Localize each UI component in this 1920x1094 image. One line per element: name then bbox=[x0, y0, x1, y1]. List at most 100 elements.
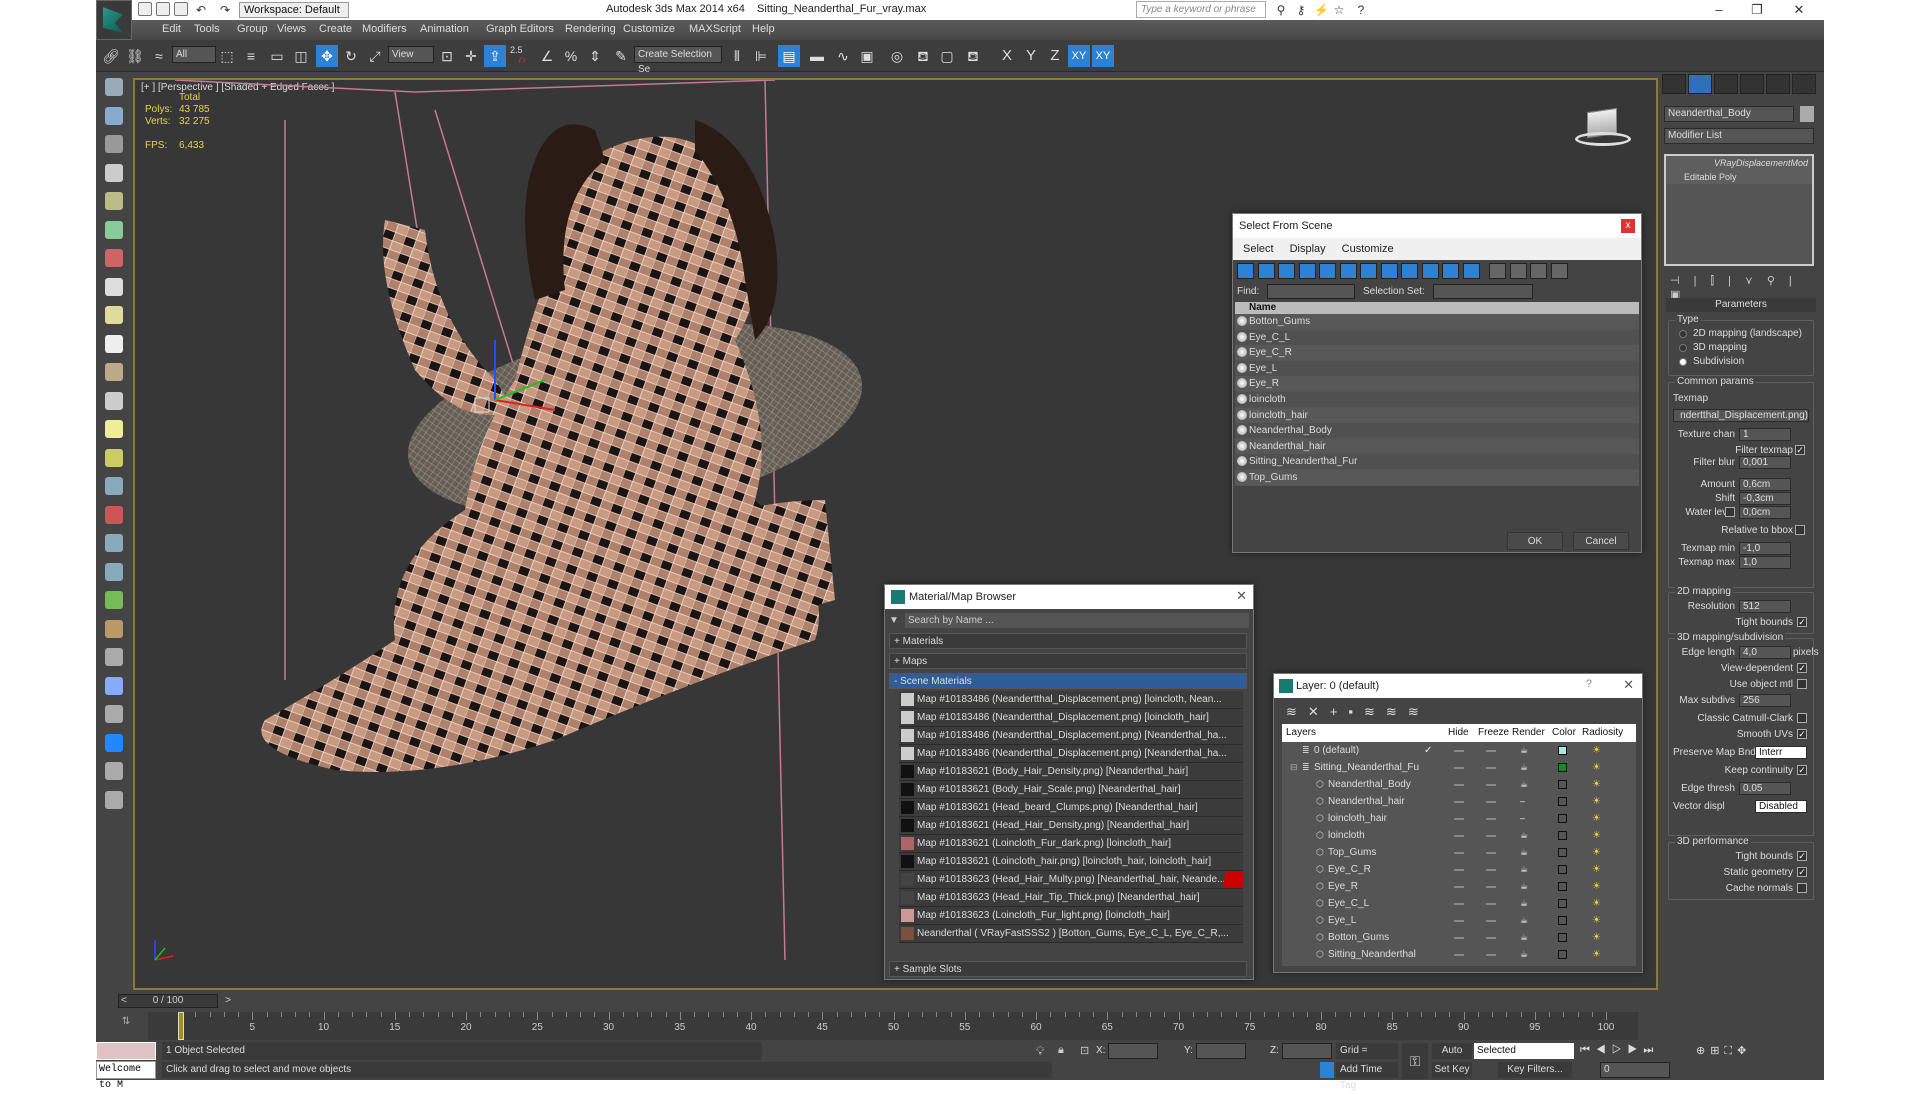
scene-material-item[interactable]: Map #10183621 (Loincloth_Fur_dark.png) [… bbox=[899, 835, 1243, 853]
hide-all-icon[interactable]: ≋ bbox=[1386, 704, 1408, 719]
freeze-toggle[interactable] bbox=[1486, 835, 1496, 837]
filter-type-icon[interactable] bbox=[1298, 263, 1316, 279]
hide-toggle[interactable] bbox=[1454, 869, 1464, 871]
hide-toggle[interactable] bbox=[1454, 801, 1464, 803]
select-objects-icon[interactable]: ▪ bbox=[1348, 704, 1364, 719]
render-teapot-icon[interactable]: ☕︎ bbox=[1520, 946, 1528, 963]
create-tool-icon[interactable] bbox=[105, 505, 123, 524]
create-tool-icon[interactable] bbox=[105, 306, 123, 324]
menu-modifiers[interactable]: Modifiers bbox=[362, 23, 407, 35]
ribbon-icon[interactable]: ▬ bbox=[806, 45, 828, 67]
object-list-item[interactable]: Sitting_Neanderthal_Fur bbox=[1235, 454, 1639, 470]
filter-type-icon[interactable] bbox=[1530, 263, 1547, 279]
column-layers[interactable]: Layers bbox=[1286, 727, 1316, 738]
layer-color-swatch[interactable] bbox=[1558, 916, 1567, 925]
hide-toggle[interactable] bbox=[1454, 835, 1464, 837]
render-icon[interactable]: ⛾ bbox=[962, 45, 984, 67]
scene-material-item[interactable]: Map #10183486 (Neandertthal_Displacement… bbox=[899, 691, 1243, 709]
layer-color-swatch[interactable] bbox=[1558, 899, 1567, 908]
align-icon[interactable]: ⊫ bbox=[750, 45, 772, 67]
set-key-button[interactable]: Set Key bbox=[1432, 1062, 1472, 1078]
edge-thresh-field[interactable]: 0,05 bbox=[1739, 782, 1791, 795]
hide-toggle[interactable] bbox=[1454, 750, 1464, 752]
radiosity-sun-icon[interactable]: ☀ bbox=[1592, 759, 1601, 776]
menu-maxscript[interactable]: MAXScript bbox=[689, 23, 741, 35]
pivot-icon[interactable]: ⊡ bbox=[436, 45, 458, 67]
set-key-icon[interactable]: ⚿ bbox=[1402, 1043, 1428, 1079]
freeze-toggle[interactable] bbox=[1486, 767, 1496, 769]
redo-icon[interactable]: ↷ bbox=[218, 3, 232, 17]
layer-color-swatch[interactable] bbox=[1558, 763, 1567, 772]
help-button[interactable]: ? bbox=[1586, 678, 1592, 690]
modify-tab-icon[interactable] bbox=[1688, 74, 1712, 94]
create-tool-icon[interactable] bbox=[105, 477, 123, 495]
render-teapot-icon[interactable]: ☕︎ bbox=[1520, 742, 1528, 759]
filter-type-icon[interactable] bbox=[1237, 263, 1254, 279]
edit-named-sets-icon[interactable]: ✎ bbox=[610, 45, 632, 67]
layer-row[interactable]: ≣ 0 (default) ✓ ☕︎ ☀ bbox=[1282, 742, 1636, 759]
menu-tools[interactable]: Tools bbox=[194, 23, 220, 35]
radio-button[interactable] bbox=[1679, 330, 1687, 338]
layer-color-swatch[interactable] bbox=[1558, 865, 1567, 874]
object-list-item[interactable]: Top_Gums bbox=[1235, 470, 1639, 485]
render-teapot-icon[interactable]: ☕︎ bbox=[1520, 878, 1528, 895]
playback-controls[interactable]: ⏮◀▷▶⏭ bbox=[1580, 1044, 1659, 1057]
radiosity-sun-icon[interactable]: ☀ bbox=[1592, 878, 1601, 895]
filter-type-icon[interactable] bbox=[1380, 263, 1398, 279]
create-tool-icon[interactable] bbox=[105, 562, 123, 581]
help-search-input[interactable]: Type a keyword or phrase bbox=[1136, 1, 1266, 18]
tight-bounds-checkbox[interactable]: ✓ bbox=[1797, 617, 1807, 627]
close-button[interactable]: ✕ bbox=[1784, 1, 1814, 19]
layer-color-swatch[interactable] bbox=[1558, 797, 1567, 806]
layer-color-swatch[interactable] bbox=[1558, 831, 1567, 840]
create-tool-icon[interactable] bbox=[105, 135, 123, 153]
collapse-icon[interactable]: ⊟ bbox=[1290, 759, 1298, 776]
render-teapot-icon[interactable]: ☕︎ bbox=[1520, 844, 1528, 861]
freeze-toggle[interactable] bbox=[1486, 784, 1496, 786]
create-tool-icon[interactable] bbox=[105, 192, 123, 210]
bind-space-warp-icon[interactable]: ≈ bbox=[148, 45, 170, 67]
save-icon[interactable] bbox=[174, 2, 188, 16]
create-tool-icon[interactable] bbox=[105, 762, 123, 780]
resolution-spinner[interactable]: 512 bbox=[1739, 600, 1791, 613]
hide-toggle[interactable] bbox=[1454, 767, 1464, 769]
maxscript-mini-listener[interactable]: Welcome to M bbox=[96, 1061, 156, 1091]
render-teapot-icon[interactable]: – bbox=[1520, 810, 1525, 827]
vector-field[interactable]: Disabled bbox=[1755, 800, 1807, 813]
select-by-name-icon[interactable]: ≡ bbox=[240, 45, 262, 67]
named-selection-set-dropdown[interactable]: Create Selection Se bbox=[634, 46, 722, 75]
close-icon[interactable]: ✕ bbox=[1236, 588, 1247, 604]
freeze-toggle[interactable] bbox=[1486, 954, 1496, 956]
layer-color-swatch[interactable] bbox=[1558, 848, 1567, 857]
filter-type-icon[interactable] bbox=[1421, 263, 1439, 279]
max-subdivs-field[interactable]: 256 bbox=[1739, 694, 1791, 707]
layer-row[interactable]: ≣ Sitting_Neanderthal_Fu ⊟ ☕︎ ☀ bbox=[1282, 759, 1636, 776]
perf-tight-checkbox[interactable]: ✓ bbox=[1797, 851, 1807, 861]
selection-lock-icon[interactable]: 🔒︎ bbox=[1058, 1044, 1064, 1057]
create-tool-icon[interactable] bbox=[105, 534, 123, 552]
freeze-toggle[interactable] bbox=[1486, 903, 1496, 905]
filter-type-icon[interactable] bbox=[1278, 263, 1295, 279]
star-icon[interactable]: ☆ bbox=[1332, 3, 1346, 17]
object-list-item[interactable]: Eye_R bbox=[1235, 376, 1639, 392]
create-tool-icon[interactable] bbox=[105, 78, 123, 96]
render-teapot-icon[interactable]: ☕︎ bbox=[1520, 895, 1528, 912]
close-icon[interactable]: x bbox=[1621, 219, 1635, 233]
create-tool-icon[interactable] bbox=[105, 420, 123, 438]
render-teapot-icon[interactable]: ☕︎ bbox=[1520, 929, 1528, 946]
close-icon[interactable]: ✕ bbox=[1623, 677, 1634, 693]
object-list-item[interactable]: Eye_C_L bbox=[1235, 329, 1639, 345]
time-tag-icon[interactable] bbox=[1320, 1062, 1334, 1078]
create-tab-icon[interactable] bbox=[1662, 74, 1686, 94]
select-object-icon[interactable]: ⬚ bbox=[216, 45, 238, 67]
smooth-uvs-checkbox[interactable]: ✓ bbox=[1797, 729, 1807, 739]
layer-row[interactable]: ⬡ Eye_C_L ☕︎ ☀ bbox=[1282, 895, 1636, 912]
radiosity-sun-icon[interactable]: ☀ bbox=[1592, 776, 1601, 793]
schematic-view-icon[interactable]: ▣ bbox=[856, 45, 878, 67]
layer-color-swatch[interactable] bbox=[1558, 746, 1567, 755]
help-icon[interactable]: ? bbox=[1354, 3, 1368, 17]
utilities-tab-icon[interactable] bbox=[1792, 74, 1816, 94]
hide-toggle[interactable] bbox=[1454, 852, 1464, 854]
layer-color-swatch[interactable] bbox=[1558, 933, 1567, 942]
render-teapot-icon[interactable]: – bbox=[1520, 793, 1525, 810]
